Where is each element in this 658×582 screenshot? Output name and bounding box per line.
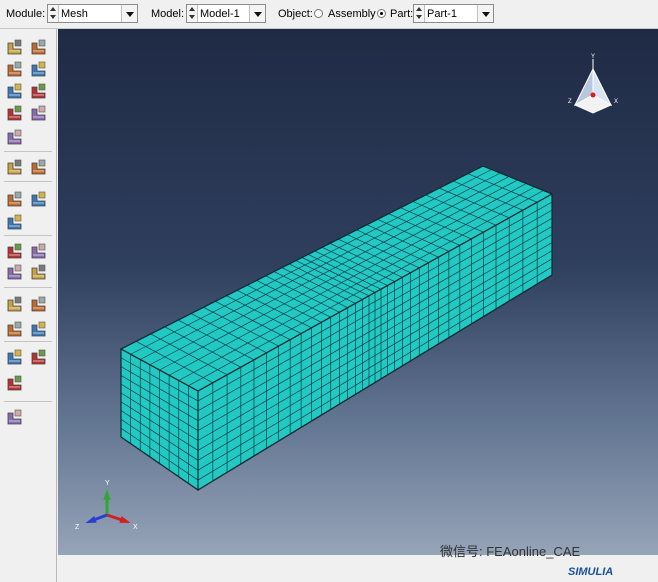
datum-axis-icon[interactable]: [5, 294, 25, 314]
toolbox-separator: [4, 181, 52, 182]
context-bar: Module: Mesh Model: Model-1 Object: Asse…: [0, 0, 658, 29]
part-tools-icon[interactable]: [5, 212, 25, 232]
coordinate-triad: Y X Z: [75, 480, 138, 531]
toolbox-separator: [4, 151, 52, 152]
seed-delete-part-icon[interactable]: [5, 59, 25, 79]
view-cube-icon[interactable]: Y Z X: [568, 54, 618, 114]
part-value: Part-1: [427, 8, 457, 20]
create-partition-icon[interactable]: [29, 241, 49, 261]
part-combo[interactable]: Part-1: [413, 4, 494, 23]
surface-manager-icon[interactable]: [29, 347, 49, 367]
simulia-logo: SIMULIA: [568, 566, 614, 578]
triad-y-label: Y: [105, 480, 110, 487]
module-spin-arrows[interactable]: [48, 5, 59, 22]
datum-point-offset-icon[interactable]: [29, 319, 49, 339]
model-label: Model:: [151, 8, 185, 20]
triad-x-label: X: [133, 524, 138, 531]
module-dropdown-arrow[interactable]: [121, 5, 137, 22]
toolbox-separator: [4, 401, 52, 402]
display-group-icon[interactable]: [5, 373, 25, 393]
repair-geometry-icon[interactable]: [29, 262, 49, 282]
seed-delete-edges-icon[interactable]: [29, 59, 49, 79]
view-cube-z-label: Z: [568, 99, 572, 105]
query-mesh-icon[interactable]: [5, 157, 25, 177]
edit-mesh-tools-icon[interactable]: [29, 189, 49, 209]
wechat-watermark: 微信号: FEAonline_CAE: [440, 544, 581, 559]
seed-edges-icon[interactable]: [29, 37, 49, 57]
part-radio[interactable]: [377, 9, 386, 18]
view-cube-x-label: X: [614, 99, 618, 105]
meshed-part[interactable]: [119, 165, 554, 491]
module-combo[interactable]: Mesh: [47, 4, 138, 23]
viewport-canvas[interactable]: Y Z X Y X Z: [58, 29, 658, 555]
triad-z-label: Z: [75, 524, 80, 531]
seed-part-icon[interactable]: [5, 37, 25, 57]
datum-csys-icon[interactable]: [5, 319, 25, 339]
toolbox-separator: [4, 235, 52, 236]
model-value: Model-1: [200, 8, 240, 20]
toolbox-separator: [4, 287, 52, 288]
create-datum-point-icon[interactable]: [5, 241, 25, 261]
virtual-topology-icon[interactable]: [5, 262, 25, 282]
tools-wrench-icon[interactable]: [5, 407, 25, 427]
mesh-part-icon[interactable]: [5, 103, 25, 123]
part-radio-label[interactable]: Part:: [390, 8, 413, 20]
datum-plane-icon[interactable]: [29, 294, 49, 314]
assign-element-type-icon[interactable]: [29, 81, 49, 101]
toolbox-separator: [4, 341, 52, 342]
x-arrowhead: [119, 516, 131, 523]
module-label: Module:: [6, 8, 46, 20]
mesh-toolbox: [0, 29, 57, 582]
module-value: Mesh: [61, 8, 88, 20]
assembly-radio-label[interactable]: Assembly: [328, 8, 376, 20]
partition-cell-icon[interactable]: [5, 127, 25, 147]
model-dropdown-arrow[interactable]: [249, 5, 265, 22]
edit-mesh-icon[interactable]: [5, 189, 25, 209]
model-combo[interactable]: Model-1: [186, 4, 266, 23]
set-manager-icon[interactable]: [5, 347, 25, 367]
verify-mesh-icon[interactable]: [29, 103, 49, 123]
model-viewport[interactable]: Y Z X Y X Z: [58, 29, 658, 555]
object-label: Object:: [278, 8, 313, 20]
view-cube-y-label: Y: [591, 54, 595, 60]
z-arrowhead: [85, 515, 97, 524]
model-spin-arrows[interactable]: [187, 5, 198, 22]
part-spin-arrows[interactable]: [414, 5, 425, 22]
mesh-statistics-icon[interactable]: [29, 157, 49, 177]
y-arrowhead: [103, 489, 111, 500]
assembly-radio[interactable]: [314, 9, 323, 18]
assign-mesh-controls-icon[interactable]: [5, 81, 25, 101]
part-dropdown-arrow[interactable]: [477, 5, 493, 22]
